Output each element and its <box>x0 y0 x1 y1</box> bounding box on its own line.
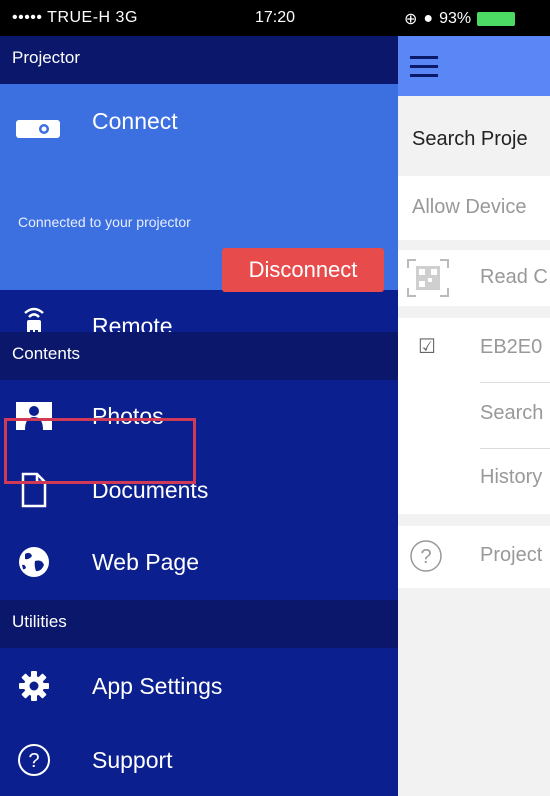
projector-icon <box>16 120 60 138</box>
status-right: ⊕ ● 93% <box>404 9 516 29</box>
menu-item-support[interactable]: ? Support <box>0 724 398 796</box>
battery-percent: 93% <box>439 10 472 27</box>
top-bar <box>398 36 550 96</box>
menu-item-app-settings[interactable]: App Settings <box>0 650 398 722</box>
connection-status: Connected to your projector <box>18 214 191 230</box>
main-screen-panel: Search Proje Allow Device Read C ☑ EB2E0… <box>398 36 550 796</box>
device-name[interactable]: EB2E0 <box>480 336 542 359</box>
projector-help-label: Project <box>480 544 543 566</box>
help-icon: ? <box>14 738 54 782</box>
search-label[interactable]: Search <box>480 402 543 425</box>
read-qr-row[interactable]: Read C <box>398 250 550 306</box>
section-header-utilities: Utilities <box>0 600 398 648</box>
menu-item-web-page[interactable]: Web Page <box>0 526 398 598</box>
connect-panel[interactable]: Connect Connected to your projector Disc… <box>0 84 398 292</box>
connect-label: Connect <box>92 108 178 134</box>
photos-highlight-box <box>4 418 196 484</box>
carrier-label: ••••• TRUE-H 3G <box>12 9 138 26</box>
gear-icon <box>14 664 54 708</box>
status-bar: ••••• TRUE-H 3G 17:20 ⊕ ● 93% <box>0 0 550 36</box>
checkbox-checked-icon[interactable]: ☑ <box>418 334 436 359</box>
section-header-contents: Contents <box>0 332 398 380</box>
divider <box>480 382 550 383</box>
qr-code-icon <box>406 258 450 298</box>
allow-devices-row[interactable]: Allow Device <box>398 176 550 240</box>
svg-text:?: ? <box>420 546 431 568</box>
projector-help-row[interactable]: ? Project <box>398 526 550 588</box>
divider <box>480 448 550 449</box>
location-icon: ● <box>423 10 434 27</box>
alarm-icon: ⊕ <box>404 11 418 28</box>
battery-icon <box>477 12 516 26</box>
history-label[interactable]: History <box>480 466 542 489</box>
section-header-projector: Projector <box>0 36 398 84</box>
allow-devices-label: Allow Device <box>412 196 527 218</box>
menu-item-label: App Settings <box>92 672 223 699</box>
hamburger-menu-icon[interactable] <box>410 56 438 77</box>
svg-text:?: ? <box>28 750 39 772</box>
navigation-drawer: Projector Connect Connected to your proj… <box>0 36 398 796</box>
disconnect-button[interactable]: Disconnect <box>222 248 384 292</box>
help-icon: ? <box>408 538 444 574</box>
device-list: ☑ EB2E0 Search History <box>398 318 550 514</box>
read-qr-label: Read C <box>480 266 548 288</box>
clock: 17:20 <box>255 9 296 26</box>
globe-icon <box>14 540 54 584</box>
search-projector-title: Search Proje <box>412 128 528 150</box>
menu-item-label: Support <box>92 746 173 773</box>
menu-item-label: Web Page <box>92 548 199 575</box>
